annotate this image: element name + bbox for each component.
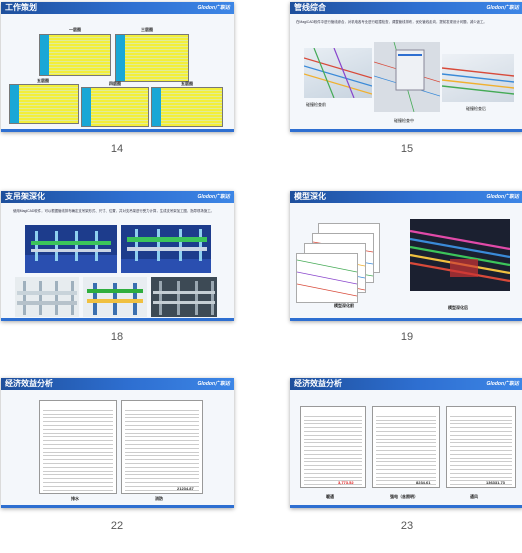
slide-body: 使用MagiCAD软件，可以根据管线排布确定支吊架形式、尺寸、位置，并对支吊架进… [1, 203, 234, 321]
slide-number: 22 [110, 520, 124, 532]
slide-title: 工作策划 [5, 3, 37, 12]
support-model-image [25, 225, 117, 273]
slide-footer-bar [1, 318, 234, 321]
image-caption: 碰撞检查后 [466, 106, 486, 111]
slide-header: 管线综合 Glodon广联达 [290, 2, 522, 14]
table-caption: 三层图 [141, 27, 153, 32]
slide-title: 管线综合 [294, 3, 326, 12]
slide-title: 经济效益分析 [5, 379, 53, 388]
slide-thumbnail-19[interactable]: 模型深化 Glodon广联达 模型深化前 模型深化后 [290, 191, 522, 321]
image-caption: 排水 [71, 496, 79, 501]
schedule-table [81, 87, 149, 127]
slide-body: 模型深化前 模型深化后 [290, 203, 522, 321]
glodon-logo: Glodon广联达 [486, 5, 520, 11]
support-model-drawing [17, 281, 77, 315]
slide-body: 3,773.52 8234.61 136331.73 暖通 强电（含照明） 通风 [290, 390, 522, 508]
glodon-logo: Glodon广联达 [486, 194, 520, 200]
glodon-logo: Glodon广联达 [197, 381, 231, 387]
slide-body: 在MagiCAD软件中进行管线综合，对机电各专业进行碰撞检查，调整管线排布，优化… [290, 14, 522, 132]
slide-thumbnail-18[interactable]: 支吊架深化 Glodon广联达 使用MagiCAD软件，可以根据管线排布确定支吊… [1, 191, 234, 321]
slide-number: 14 [110, 143, 124, 155]
schedule-table [39, 34, 111, 76]
image-caption: 碰撞检查中 [394, 118, 414, 123]
slide-title: 经济效益分析 [294, 379, 342, 388]
slide-number: 19 [400, 331, 414, 343]
glodon-logo: Glodon广联达 [197, 194, 231, 200]
slide-footer-bar [1, 129, 234, 132]
cost-table-document [300, 406, 366, 488]
schedule-table [151, 87, 223, 127]
image-caption: 消防 [155, 496, 163, 501]
slide-header: 经济效益分析 Glodon广联达 [290, 378, 522, 390]
slide-paragraph: 使用MagiCAD软件，可以根据管线排布确定支吊架形式、尺寸、位置，并对支吊架进… [13, 209, 214, 213]
slide-header: 工作策划 Glodon广联达 [1, 2, 234, 14]
cost-table-document [446, 406, 516, 488]
image-caption: 模型深化后 [448, 305, 468, 310]
schedule-table [115, 34, 189, 82]
image-caption: 通风 [470, 494, 478, 499]
support-model-image [151, 277, 217, 317]
slide-title: 模型深化 [294, 192, 326, 201]
slide-thumbnail-14[interactable]: 工作策划 Glodon广联达 一层图 三层图 五层图 四层图 五层图 [1, 2, 234, 132]
support-model-drawing [121, 229, 211, 273]
slide-title: 支吊架深化 [5, 192, 45, 201]
pipe-model-drawing [442, 67, 514, 95]
cost-table-document [121, 400, 203, 494]
support-model-image [83, 277, 147, 317]
drawing-lines [297, 259, 357, 297]
pipe-model-drawing [374, 42, 440, 112]
3d-model-image [410, 219, 510, 291]
image-caption: 强电（含照明） [390, 494, 418, 499]
slide-body: 21234.87 排水 消防 [1, 390, 234, 508]
slide-number: 23 [400, 520, 414, 532]
slide-footer-bar [290, 129, 522, 132]
slide-footer-bar [290, 318, 522, 321]
total-value: 3,773.52 [338, 480, 354, 485]
slide-thumbnail-23[interactable]: 经济效益分析 Glodon广联达 3,773.52 8234.61 136331… [290, 378, 522, 508]
glodon-logo: Glodon广联达 [197, 5, 231, 11]
slide-paragraph: 在MagiCAD软件中进行管线综合，对机电各专业进行碰撞检查，调整管线排布，优化… [296, 20, 487, 24]
slide-number: 15 [400, 143, 414, 155]
total-value: 21234.87 [177, 486, 194, 491]
slide-thumbnail-22[interactable]: 经济效益分析 Glodon广联达 21234.87 排水 消防 [1, 378, 234, 508]
slide-footer-bar [1, 505, 234, 508]
total-value: 136331.73 [486, 480, 505, 485]
image-caption: 碰撞检查前 [306, 102, 326, 107]
3d-model-drawing [410, 229, 510, 283]
slide-header: 模型深化 Glodon广联达 [290, 191, 522, 203]
cost-table-document [372, 406, 440, 488]
slide-number: 18 [110, 331, 124, 343]
slide-thumbnail-15[interactable]: 管线综合 Glodon广联达 在MagiCAD软件中进行管线综合，对机电各专业进… [290, 2, 522, 132]
clash-check-image-during [374, 42, 440, 112]
table-caption: 一层图 [69, 27, 81, 32]
image-caption: 暖通 [326, 494, 334, 499]
drawing-stack-image [296, 253, 358, 303]
slide-header: 经济效益分析 Glodon广联达 [1, 378, 234, 390]
clash-check-image-after [442, 54, 514, 102]
image-caption: 模型深化前 [334, 303, 354, 308]
clash-check-image-before [304, 48, 372, 98]
support-model-drawing [87, 283, 143, 315]
pipe-model-drawing [304, 48, 372, 98]
support-model-image [121, 225, 211, 273]
total-value: 8234.61 [416, 480, 431, 485]
slide-footer-bar [290, 505, 522, 508]
support-model-image [15, 277, 79, 317]
slide-header: 支吊架深化 Glodon广联达 [1, 191, 234, 203]
cost-table-document [39, 400, 117, 494]
support-model-drawing [153, 281, 215, 315]
slide-body: 一层图 三层图 五层图 四层图 五层图 [1, 14, 234, 132]
glodon-logo: Glodon广联达 [486, 381, 520, 387]
schedule-table [9, 84, 79, 124]
support-model-drawing [25, 231, 117, 273]
